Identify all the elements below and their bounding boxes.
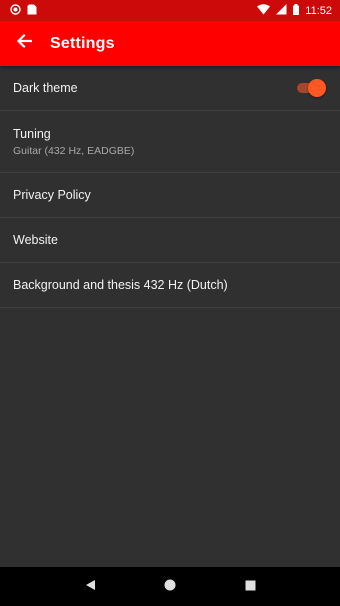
website-label: Website bbox=[13, 233, 58, 247]
arrow-left-icon bbox=[16, 33, 33, 54]
tuning-summary: Guitar (432 Hz, EADGBE) bbox=[13, 144, 135, 157]
background-thesis-setting[interactable]: Background and thesis 432 Hz (Dutch) bbox=[0, 263, 340, 308]
dark-theme-setting[interactable]: Dark theme bbox=[0, 66, 340, 111]
circle-home-icon bbox=[164, 578, 176, 596]
privacy-policy-label: Privacy Policy bbox=[13, 188, 91, 202]
nav-recents-button[interactable] bbox=[230, 567, 270, 606]
tuning-setting[interactable]: Tuning Guitar (432 Hz, EADGBE) bbox=[0, 111, 340, 173]
back-button[interactable] bbox=[2, 21, 46, 66]
system-nav-bar bbox=[0, 567, 340, 606]
dark-theme-label: Dark theme bbox=[13, 81, 78, 95]
status-bar: 11:52 bbox=[0, 0, 340, 21]
nav-home-button[interactable] bbox=[150, 567, 190, 606]
status-right: 11:52 bbox=[257, 3, 332, 18]
nav-back-button[interactable] bbox=[70, 567, 110, 606]
page-title: Settings bbox=[50, 34, 115, 52]
sim-card-icon bbox=[27, 4, 37, 18]
status-time: 11:52 bbox=[305, 4, 332, 17]
tuning-label: Tuning bbox=[13, 126, 51, 141]
privacy-policy-setting[interactable]: Privacy Policy bbox=[0, 173, 340, 218]
background-thesis-label: Background and thesis 432 Hz (Dutch) bbox=[13, 278, 228, 292]
settings-list: Dark theme Tuning Guitar (432 Hz, EADGBE… bbox=[0, 66, 340, 308]
triangle-back-icon bbox=[85, 578, 96, 596]
wifi-icon bbox=[257, 3, 271, 18]
signal-icon bbox=[276, 3, 287, 18]
app-bar: Settings bbox=[0, 21, 340, 66]
dark-theme-toggle[interactable] bbox=[295, 79, 326, 97]
toggle-thumb bbox=[308, 79, 326, 97]
website-setting[interactable]: Website bbox=[0, 218, 340, 263]
battery-icon bbox=[293, 3, 300, 18]
status-left bbox=[10, 3, 37, 18]
notification-dot-icon bbox=[10, 3, 21, 18]
square-recents-icon bbox=[245, 578, 256, 596]
